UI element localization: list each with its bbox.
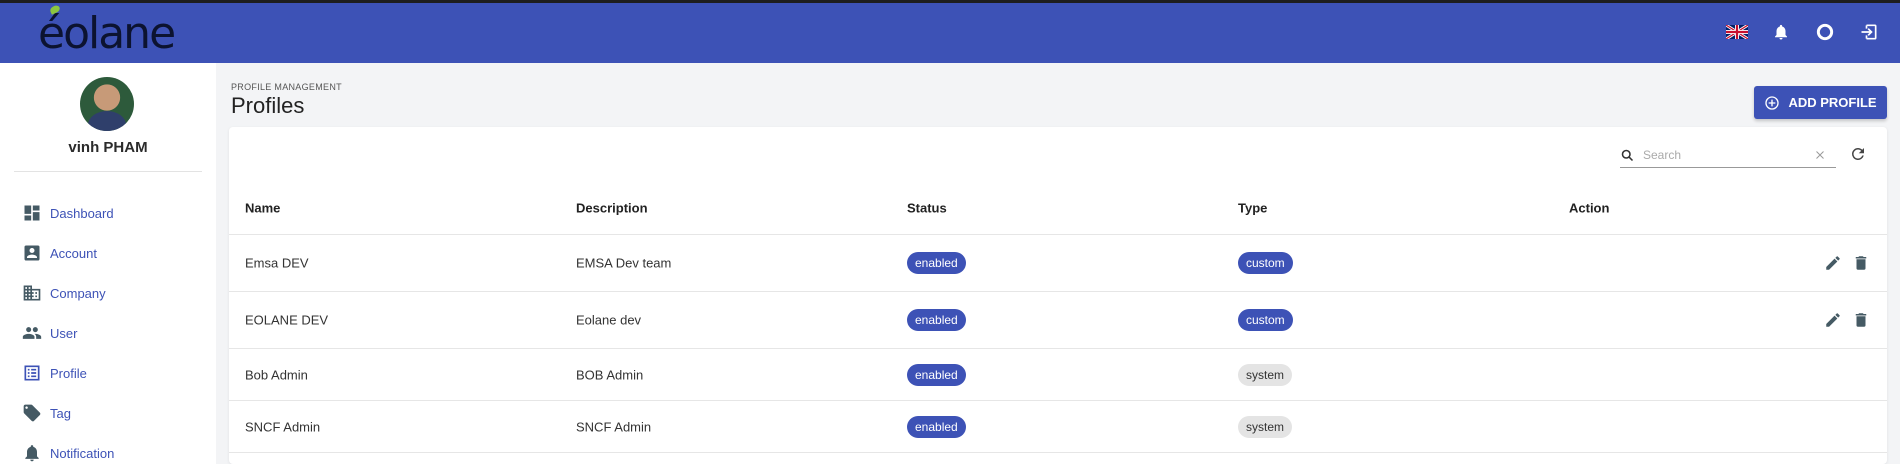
column-header-action: Action — [1569, 200, 1610, 216]
add-circle-icon — [1765, 95, 1780, 110]
type-badge: custom — [1238, 309, 1293, 331]
add-profile-label: ADD PROFILE — [1788, 95, 1877, 110]
sidebar-item-account[interactable]: Account — [22, 233, 114, 273]
top-app-bar: éolane — [0, 0, 1900, 63]
sidebar-nav: Dashboard Account Company User Profile T… — [22, 193, 114, 464]
row-name: Bob Admin — [245, 367, 308, 382]
column-header-type[interactable]: Type — [1238, 201, 1267, 216]
row-description: EMSA Dev team — [576, 255, 672, 271]
profiles-table-card: Search Name Description Status Type Acti… — [229, 127, 1887, 464]
type-badge: custom — [1238, 252, 1293, 274]
type-badge: system — [1238, 363, 1293, 386]
sidebar-item-label: Tag — [50, 405, 71, 421]
type-badge: system — [1238, 415, 1293, 438]
edit-icon[interactable] — [1823, 310, 1843, 330]
sidebar: vinh PHAM Dashboard Account Company User… — [0, 63, 216, 464]
search-icon — [1621, 149, 1634, 161]
clear-icon[interactable] — [1814, 149, 1826, 161]
sidebar-item-notification[interactable]: Notification — [22, 433, 114, 464]
sidebar-item-label: Notification — [50, 445, 115, 461]
sidebar-item-label: User — [50, 325, 78, 341]
building-icon — [23, 285, 41, 301]
row-description: BOB Admin — [576, 367, 644, 382]
column-header-status[interactable]: Status — [907, 201, 947, 216]
sidebar-divider — [14, 171, 202, 172]
breadcrumb: PROFILE MANAGEMENT — [231, 82, 342, 92]
table-row[interactable]: SNCF Admin SNCF Admin enabled system — [229, 401, 1887, 453]
row-name: EOLANE DEV — [245, 312, 329, 328]
dashboard-icon — [24, 205, 40, 221]
logout-icon[interactable] — [1858, 21, 1880, 43]
table-row[interactable]: Emsa DEV EMSA Dev team enabled custom — [229, 235, 1887, 292]
table-row[interactable]: EOLANE DEV Eolane dev enabled custom — [229, 292, 1887, 349]
top-bar-actions — [1726, 21, 1880, 43]
sidebar-item-label: Profile — [50, 365, 87, 381]
add-profile-button[interactable]: ADD PROFILE — [1754, 86, 1887, 119]
table-row[interactable]: Bob Admin BOB Admin enabled system — [229, 349, 1887, 401]
row-name: SNCF Admin — [245, 419, 321, 434]
search-field[interactable]: Search — [1620, 143, 1836, 168]
sidebar-item-label: Account — [50, 245, 97, 261]
column-header-description[interactable]: Description — [576, 201, 648, 216]
row-description: SNCF Admin — [576, 419, 652, 434]
tag-icon — [23, 404, 41, 422]
sidebar-item-label: Company — [50, 285, 106, 301]
row-actions — [1823, 310, 1871, 330]
search-input[interactable]: Search — [1643, 148, 1814, 162]
circle-icon[interactable] — [1814, 21, 1836, 43]
table-header: Name Description Status Type Action — [229, 182, 1887, 235]
uk-flag-icon[interactable] — [1726, 21, 1748, 43]
brand-logo[interactable]: éolane — [38, 8, 176, 59]
bell-icon — [25, 445, 39, 462]
delete-icon[interactable] — [1851, 310, 1871, 330]
sidebar-item-dashboard[interactable]: Dashboard — [22, 193, 114, 233]
account-box-icon — [24, 245, 40, 261]
sidebar-item-user[interactable]: User — [22, 313, 114, 353]
status-badge: enabled — [907, 415, 966, 438]
refresh-icon[interactable] — [1847, 143, 1869, 165]
status-badge: enabled — [907, 252, 966, 274]
row-actions — [1823, 253, 1871, 273]
status-badge: enabled — [907, 309, 966, 331]
user-name: vinh PHAM — [68, 139, 148, 156]
sidebar-item-profile[interactable]: Profile — [22, 353, 114, 393]
list-box-icon — [24, 365, 40, 381]
avatar[interactable] — [80, 77, 134, 131]
sidebar-item-label: Dashboard — [50, 205, 114, 221]
page-title: Profiles — [231, 93, 305, 118]
sidebar-item-company[interactable]: Company — [22, 273, 114, 313]
column-header-name[interactable]: Name — [245, 201, 280, 216]
delete-icon[interactable] — [1851, 253, 1871, 273]
people-icon — [22, 327, 42, 339]
edit-icon[interactable] — [1823, 253, 1843, 273]
row-description: Eolane dev — [576, 312, 642, 328]
sidebar-item-tag[interactable]: Tag — [22, 393, 114, 433]
status-badge: enabled — [907, 363, 966, 386]
row-name: Emsa DEV — [245, 255, 309, 271]
bell-icon[interactable] — [1770, 21, 1792, 43]
